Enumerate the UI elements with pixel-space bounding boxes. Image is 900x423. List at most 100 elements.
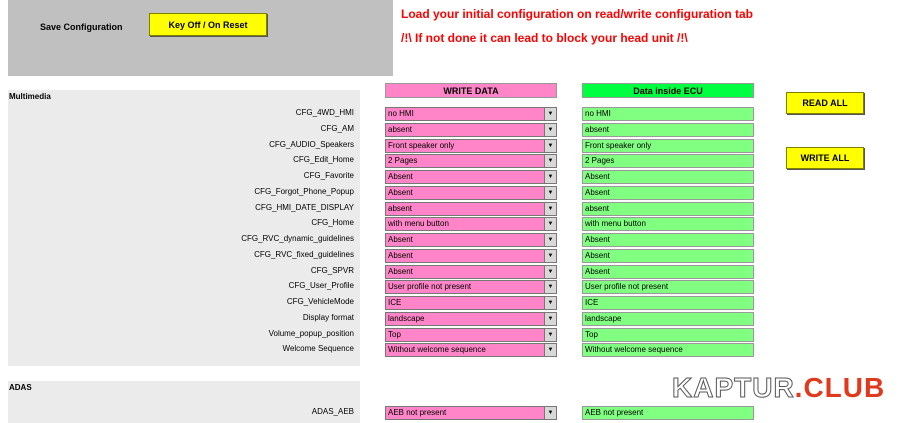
write-value-select[interactable]: Without welcome sequence ▼ (385, 343, 557, 358)
write-value-select[interactable]: Absent ▼ (385, 264, 557, 279)
save-panel (8, 0, 393, 76)
row-label: CFG_RVC_dynamic_guidelines (241, 234, 354, 243)
ecu-value-cell: with menu button (582, 217, 754, 232)
write-value-text: Absent (388, 250, 413, 260)
write-value-text: landscape (388, 313, 425, 323)
dropdown-arrow-icon[interactable]: ▼ (544, 344, 556, 357)
row-label: CFG_Favorite (303, 171, 354, 180)
write-value-select[interactable]: 2 Pages ▼ (385, 154, 557, 169)
row-label: CFG_AM (320, 123, 354, 133)
write-data-header: WRITE DATA (385, 83, 557, 98)
ecu-value-cell: landscape (582, 311, 754, 326)
logo-part-1: KAPTUR (672, 372, 795, 404)
row-label: CFG_HMI_DATE_DISPLAY (255, 202, 354, 212)
ecu-value-cell: Absent (582, 264, 754, 279)
row-label: CFG_Home (311, 218, 354, 228)
write-value-select[interactable]: ICE ▼ (385, 296, 557, 310)
write-value-text: ICE (388, 298, 402, 307)
ecu-value-cell: no HMI (582, 107, 754, 121)
multimedia-section-title: Multimedia (9, 92, 51, 101)
warning-line-1: Load your initial configuration on read/… (401, 7, 754, 21)
row-label: CFG_RVC_fixed_guidelines (254, 249, 354, 259)
row-label: CFG_VehicleMode (286, 297, 354, 306)
write-value-select[interactable]: Absent ▼ (385, 170, 557, 184)
dropdown-arrow-icon[interactable]: ▼ (544, 139, 556, 152)
ecu-value-cell: Front speaker only (582, 138, 754, 153)
ecu-data-header: Data inside ECU (582, 83, 754, 98)
dropdown-arrow-icon[interactable]: ▼ (544, 202, 556, 215)
write-value-select[interactable]: User profile not present ▼ (385, 280, 557, 295)
write-value-text: with menu button (388, 219, 449, 229)
row-label: Volume_popup_position (268, 328, 354, 338)
dropdown-arrow-icon[interactable]: ▼ (544, 234, 556, 246)
write-value-select[interactable]: Absent ▼ (385, 233, 557, 247)
ecu-value-cell: AEB not present (582, 406, 754, 420)
dropdown-arrow-icon[interactable]: ▼ (544, 123, 556, 136)
kaptur-club-logo: KAPTUR.CLUB (672, 372, 885, 404)
write-value-text: User profile not present (388, 282, 472, 292)
save-configuration-label: Save Configuration (40, 22, 123, 32)
write-value-text: Front speaker only (388, 140, 455, 150)
dropdown-arrow-icon[interactable]: ▼ (544, 171, 556, 183)
ecu-value-cell: 2 Pages (582, 154, 754, 169)
ecu-value-cell: Top (582, 327, 754, 342)
ecu-value-cell: User profile not present (582, 280, 754, 295)
row-label: CFG_User_Profile (288, 281, 354, 291)
write-value-text: Absent (388, 172, 413, 181)
write-value-select[interactable]: absent ▼ (385, 122, 557, 137)
write-value-select[interactable]: Absent ▼ (385, 185, 557, 200)
ecu-value-cell: Absent (582, 248, 754, 263)
row-label: CFG_Edit_Home (293, 155, 354, 165)
dropdown-arrow-icon[interactable]: ▼ (544, 297, 556, 309)
ecu-value-cell: Without welcome sequence (582, 343, 754, 358)
ecu-value-cell: ICE (582, 296, 754, 310)
ecu-value-cell: absent (582, 122, 754, 137)
write-value-text: absent (388, 203, 413, 213)
dropdown-arrow-icon[interactable]: ▼ (544, 108, 556, 120)
ecu-value-cell: Absent (582, 233, 754, 247)
row-label: CFG_Forgot_Phone_Popup (254, 186, 354, 196)
key-off-reset-button[interactable]: Key Off / On Reset (149, 13, 267, 36)
write-value-select[interactable]: AEB not present ▼ (385, 406, 557, 420)
row-label: ADAS_AEB (311, 407, 354, 416)
ecu-value-cell: absent (582, 201, 754, 216)
dropdown-arrow-icon[interactable]: ▼ (544, 155, 556, 168)
write-value-select[interactable]: landscape ▼ (385, 311, 557, 326)
row-label: CFG_SPVR (310, 265, 354, 275)
write-value-select[interactable]: no HMI ▼ (385, 107, 557, 121)
row-label: Welcome Sequence (282, 344, 354, 354)
row-label: CFG_AUDIO_Speakers (269, 139, 354, 149)
write-value-select[interactable]: Front speaker only ▼ (385, 138, 557, 153)
warning-line-2: /!\ If not done it can lead to block you… (401, 31, 688, 45)
write-value-select[interactable]: Absent ▼ (385, 248, 557, 263)
write-value-select[interactable]: with menu button ▼ (385, 217, 557, 232)
adas-section-title: ADAS (9, 383, 32, 392)
dropdown-arrow-icon[interactable]: ▼ (544, 328, 556, 341)
dropdown-arrow-icon[interactable]: ▼ (544, 186, 556, 199)
write-value-text: AEB not present (388, 408, 447, 417)
write-value-text: 2 Pages (388, 156, 418, 166)
read-all-button[interactable]: READ ALL (786, 92, 864, 114)
ecu-value-cell: Absent (582, 185, 754, 200)
write-value-select[interactable]: absent ▼ (385, 201, 557, 216)
dropdown-arrow-icon[interactable]: ▼ (544, 407, 556, 419)
ecu-value-cell: Absent (582, 170, 754, 184)
write-all-button[interactable]: WRITE ALL (786, 147, 864, 169)
row-label: CFG_4WD_HMI (295, 108, 354, 117)
dropdown-arrow-icon[interactable]: ▼ (544, 281, 556, 294)
write-value-text: no HMI (388, 109, 414, 118)
row-label: Display format (302, 312, 354, 322)
adas-panel (8, 381, 360, 423)
write-value-text: Top (388, 329, 401, 339)
dropdown-arrow-icon[interactable]: ▼ (544, 265, 556, 278)
write-value-text: absent (388, 124, 413, 134)
dropdown-arrow-icon[interactable]: ▼ (544, 312, 556, 325)
dropdown-arrow-icon[interactable]: ▼ (544, 249, 556, 262)
write-value-text: Absent (388, 266, 413, 276)
logo-part-2: .CLUB (794, 372, 886, 403)
write-value-select[interactable]: Top ▼ (385, 327, 557, 342)
write-value-text: Absent (388, 187, 413, 197)
write-value-text: Absent (388, 235, 413, 244)
dropdown-arrow-icon[interactable]: ▼ (544, 218, 556, 231)
write-value-text: Without welcome sequence (388, 345, 486, 355)
